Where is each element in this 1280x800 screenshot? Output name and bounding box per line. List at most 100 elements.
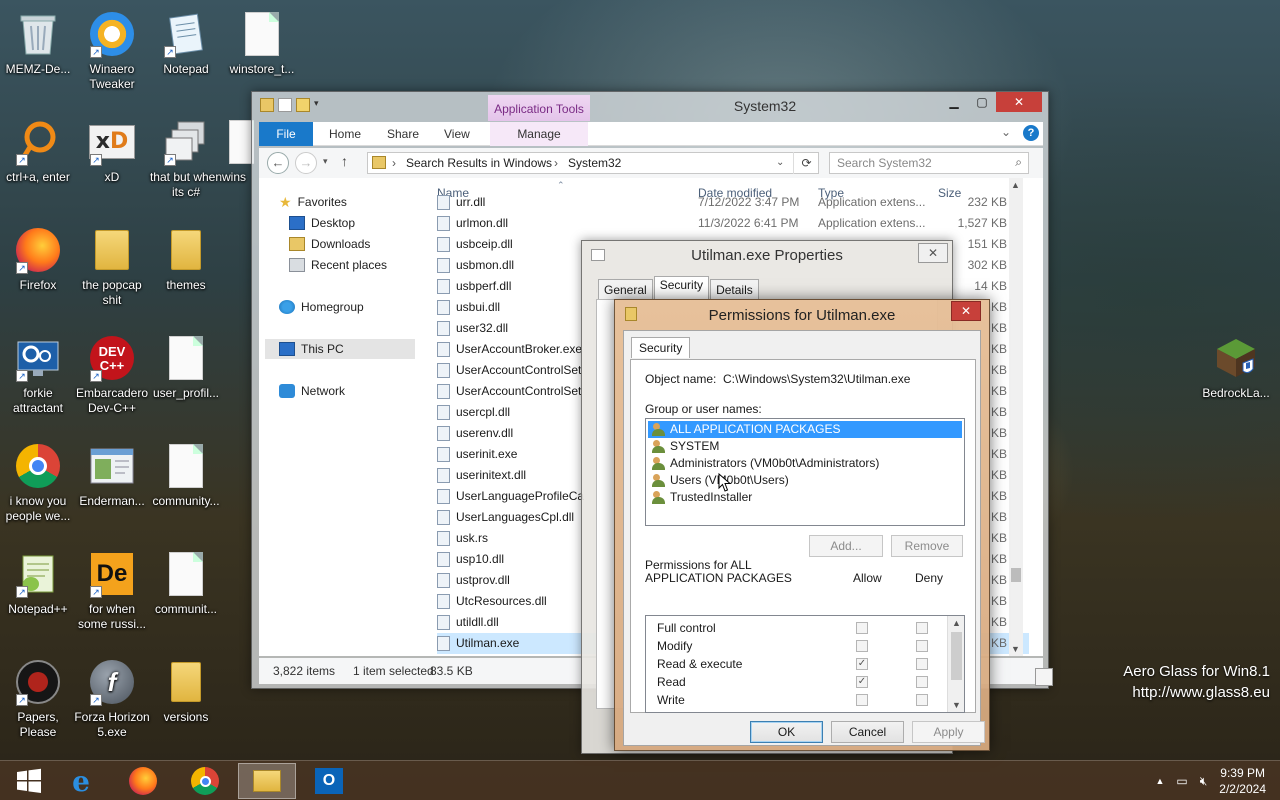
- desktop-icon-ctrl-a[interactable]: ↗ ctrl+a, enter: [0, 118, 76, 185]
- nav-downloads[interactable]: Downloads: [289, 234, 370, 254]
- desktop-icon-notepad[interactable]: ↗ Notepad: [148, 10, 224, 77]
- desktop-icon-community-2[interactable]: communit...: [148, 550, 224, 617]
- taskbar-chrome[interactable]: [176, 763, 234, 799]
- nav-homegroup[interactable]: Homegroup: [279, 297, 364, 317]
- desktop-icon-versions[interactable]: versions: [148, 658, 224, 725]
- breadcrumb-system32[interactable]: System32: [568, 156, 621, 170]
- taskbar-internet-explorer[interactable]: e: [52, 763, 110, 799]
- desktop-icon-bedrock[interactable]: BedrockLa...: [1198, 334, 1274, 401]
- deny-checkbox[interactable]: [916, 676, 928, 688]
- maximize-button[interactable]: ▢: [968, 92, 996, 112]
- network-status-icon[interactable]: ▭: [1176, 774, 1187, 788]
- add-button[interactable]: Add...: [809, 535, 883, 557]
- deny-checkbox[interactable]: [916, 658, 928, 670]
- deny-checkbox[interactable]: [916, 622, 928, 634]
- nav-recent-places[interactable]: Recent places: [289, 255, 387, 275]
- vertical-scrollbar[interactable]: ▲ ▼: [1009, 178, 1023, 656]
- close-button[interactable]: ✕: [918, 243, 948, 263]
- desktop-icon-wins[interactable]: wins: [214, 118, 254, 185]
- desktop-icon-memz[interactable]: MEMZ-De...: [0, 10, 76, 77]
- scroll-up-icon[interactable]: ▲: [948, 616, 964, 630]
- minimize-button[interactable]: ▁: [940, 92, 968, 112]
- ok-button[interactable]: OK: [750, 721, 823, 743]
- permissions-dialog[interactable]: Permissions for Utilman.exe ✕ Security O…: [614, 299, 990, 751]
- help-icon[interactable]: ?: [1023, 125, 1039, 141]
- desktop-icon-themes[interactable]: themes: [148, 226, 224, 293]
- expand-ribbon-icon[interactable]: ⌄: [1001, 125, 1011, 141]
- tab-share[interactable]: Share: [387, 122, 419, 146]
- desktop-icon-community-1[interactable]: community...: [148, 442, 224, 509]
- desktop-icon-forza[interactable]: f ↗ Forza Horizon 5.exe: [74, 658, 150, 740]
- scroll-thumb[interactable]: [1011, 568, 1021, 582]
- group-row-trustedinstaller[interactable]: TrustedInstaller: [648, 489, 962, 506]
- nav-network[interactable]: Network: [279, 381, 345, 401]
- tab-security[interactable]: Security: [653, 276, 710, 300]
- close-button[interactable]: ✕: [996, 92, 1042, 112]
- scroll-thumb[interactable]: [951, 632, 962, 680]
- deny-checkbox[interactable]: [916, 640, 928, 652]
- allow-checkbox[interactable]: [856, 622, 868, 634]
- address-bar[interactable]: › Search Results in Windows › System32 ⌄: [367, 152, 819, 174]
- nav-favorites[interactable]: ★ Favorites: [279, 192, 347, 212]
- close-button[interactable]: ✕: [951, 301, 981, 321]
- desktop-icon-forkie[interactable]: ↗ forkie attractant: [0, 334, 76, 416]
- allow-checkbox[interactable]: [856, 640, 868, 652]
- search-input[interactable]: Search System32 ⌕: [829, 152, 1029, 174]
- scroll-down-icon[interactable]: ▼: [948, 698, 964, 712]
- deny-checkbox[interactable]: [916, 694, 928, 706]
- tab-details[interactable]: Details: [710, 279, 759, 300]
- group-row-all-application-packages[interactable]: ALL APPLICATION PACKAGES: [648, 421, 962, 438]
- desktop-icon-de[interactable]: De ↗ for when some russi...: [74, 550, 150, 632]
- desktop-icon-notepadpp[interactable]: ↗ Notepad++: [0, 550, 76, 617]
- desktop-icon-user-profile[interactable]: user_profil...: [148, 334, 224, 401]
- group-row-system[interactable]: SYSTEM: [648, 438, 962, 455]
- taskbar-firefox[interactable]: [114, 763, 172, 799]
- clock[interactable]: 9:39 PM 2/2/2024: [1219, 765, 1266, 797]
- show-hidden-icons-icon[interactable]: ▲: [1155, 776, 1164, 786]
- tab-home[interactable]: Home: [329, 122, 361, 146]
- scroll-up-icon[interactable]: ▲: [1011, 180, 1020, 190]
- volume-muted-icon[interactable]: 🔇︎: [1200, 774, 1208, 789]
- tab-security[interactable]: Security: [631, 337, 691, 358]
- scroll-down-icon[interactable]: ▼: [1011, 644, 1020, 654]
- nav-this-pc[interactable]: This PC: [265, 339, 415, 359]
- nav-desktop[interactable]: Desktop: [289, 213, 355, 233]
- refresh-button[interactable]: ⟳: [793, 152, 819, 174]
- desktop-icon-papers-please[interactable]: ↗ Papers, Please: [0, 658, 76, 740]
- back-button[interactable]: ←: [267, 152, 289, 174]
- file-row[interactable]: urr.dll 7/12/2022 3:47 PM Application exte…: [437, 192, 1029, 213]
- permissions-list[interactable]: Full control Modify Read & execute ✓ Read ✓ Wr…: [645, 615, 965, 713]
- up-button[interactable]: ↑: [341, 153, 348, 169]
- permissions-scrollbar[interactable]: ▲ ▼: [947, 616, 964, 712]
- recent-locations-icon[interactable]: ▾: [323, 156, 328, 167]
- desktop-icon-enderman[interactable]: Enderman...: [74, 442, 150, 509]
- large-icons-view-icon[interactable]: [1035, 668, 1053, 686]
- desktop-icon-winaero[interactable]: ↗ Winaero Tweaker: [74, 10, 150, 92]
- chevron-down-icon[interactable]: ⌄: [776, 157, 784, 168]
- cancel-button[interactable]: Cancel: [831, 721, 904, 743]
- desktop-icon-firefox[interactable]: ↗ Firefox: [0, 226, 76, 293]
- tab-view[interactable]: View: [444, 122, 470, 146]
- desktop-icon-chrome[interactable]: i know you people we...: [0, 442, 76, 524]
- file-row[interactable]: urlmon.dll 11/3/2022 6:41 PM Application e…: [437, 213, 1029, 234]
- allow-checkbox[interactable]: ✓: [856, 676, 868, 688]
- desktop-icon-xd[interactable]: xD ↗ xD: [74, 118, 150, 185]
- forward-button[interactable]: →: [295, 152, 317, 174]
- taskbar-outlook[interactable]: O: [300, 763, 358, 799]
- remove-button[interactable]: Remove: [891, 535, 963, 557]
- group-row-administrators[interactable]: Administrators (VM0b0t\Administrators): [648, 455, 962, 472]
- desktop-icon-popcap[interactable]: the popcap shit: [74, 226, 150, 308]
- tab-general[interactable]: General: [598, 279, 653, 300]
- allow-checkbox[interactable]: ✓: [856, 658, 868, 670]
- title-bar[interactable]: ▾ Application Tools System32 ▁ ▢ ✕: [252, 92, 1048, 121]
- apply-button[interactable]: Apply: [912, 721, 985, 743]
- group-row-users[interactable]: Users (VM0b0t\Users): [648, 472, 962, 489]
- desktop-icon-winstore[interactable]: winstore_t...: [224, 10, 300, 77]
- desktop-icon-devcpp[interactable]: DEV C++ ↗ Embarcadero Dev-C++: [74, 334, 150, 416]
- desktop-icon-csharp[interactable]: ↗ that but when its c#: [148, 118, 224, 200]
- start-button[interactable]: [0, 763, 58, 799]
- tab-file[interactable]: File: [259, 122, 313, 146]
- group-user-list[interactable]: ALL APPLICATION PACKAGES SYSTEM Administ…: [645, 418, 965, 526]
- allow-checkbox[interactable]: [856, 694, 868, 706]
- taskbar-file-explorer[interactable]: [238, 763, 296, 799]
